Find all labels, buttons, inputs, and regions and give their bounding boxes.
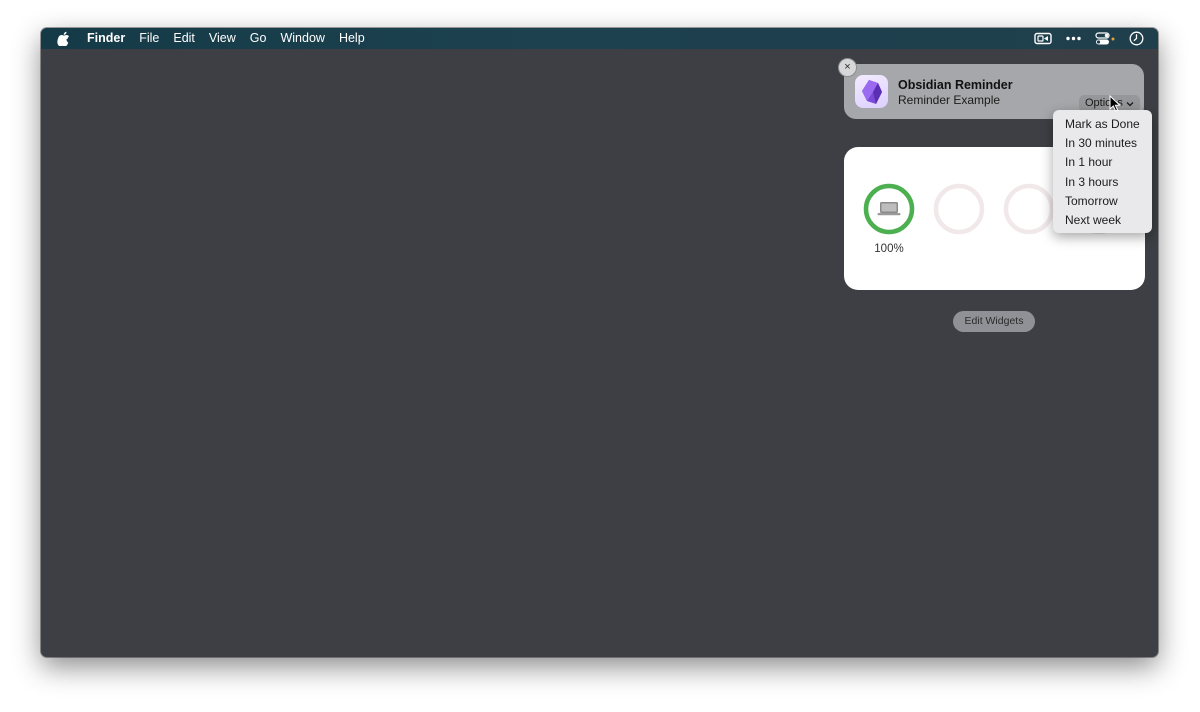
menu-view[interactable]: View bbox=[202, 28, 243, 49]
menu-finder[interactable]: Finder bbox=[80, 28, 132, 49]
battery-ring-empty bbox=[1003, 183, 1055, 235]
desktop-window: Finder File Edit View Go Window Help × O… bbox=[41, 28, 1158, 657]
menu-help[interactable]: Help bbox=[332, 28, 372, 49]
apple-icon bbox=[57, 31, 70, 46]
close-icon: × bbox=[844, 61, 851, 73]
menu-bar: Finder File Edit View Go Window Help bbox=[41, 28, 1158, 49]
menu-item-tomorrow[interactable]: Tomorrow bbox=[1053, 192, 1152, 211]
battery-percent-label: 100% bbox=[874, 243, 904, 255]
obsidian-app-icon bbox=[855, 75, 888, 108]
menu-window[interactable]: Window bbox=[273, 28, 331, 49]
laptop-icon bbox=[877, 202, 901, 216]
notification-title: Obsidian Reminder bbox=[898, 78, 1013, 92]
notification-close-button[interactable]: × bbox=[838, 58, 857, 77]
chevron-down-icon bbox=[1126, 101, 1134, 106]
menu-item-mark-as-done[interactable]: Mark as Done bbox=[1053, 115, 1152, 134]
edit-widgets-button[interactable]: Edit Widgets bbox=[953, 311, 1035, 332]
more-icon[interactable] bbox=[1066, 36, 1081, 41]
menu-file[interactable]: File bbox=[132, 28, 166, 49]
clock-icon[interactable] bbox=[1129, 31, 1144, 46]
menu-item-in-1-hour[interactable]: In 1 hour bbox=[1053, 153, 1152, 172]
menu-item-in-30-minutes[interactable]: In 30 minutes bbox=[1053, 134, 1152, 153]
menu-item-next-week[interactable]: Next week bbox=[1053, 211, 1152, 230]
control-center-icon[interactable] bbox=[1095, 32, 1115, 45]
apple-menu[interactable] bbox=[41, 28, 80, 49]
menubar-status-icons bbox=[1034, 28, 1144, 49]
options-dropdown-menu: Mark as Done In 30 minutes In 1 hour In … bbox=[1053, 110, 1152, 233]
battery-ring-empty bbox=[933, 183, 985, 235]
screen-record-icon[interactable] bbox=[1034, 32, 1052, 45]
notification-body: Reminder Example bbox=[898, 93, 1001, 107]
menu-item-in-3-hours[interactable]: In 3 hours bbox=[1053, 173, 1152, 192]
menu-go[interactable]: Go bbox=[243, 28, 274, 49]
battery-ring-laptop bbox=[863, 183, 915, 235]
menu-edit[interactable]: Edit bbox=[166, 28, 202, 49]
mouse-cursor-icon bbox=[1109, 95, 1121, 112]
